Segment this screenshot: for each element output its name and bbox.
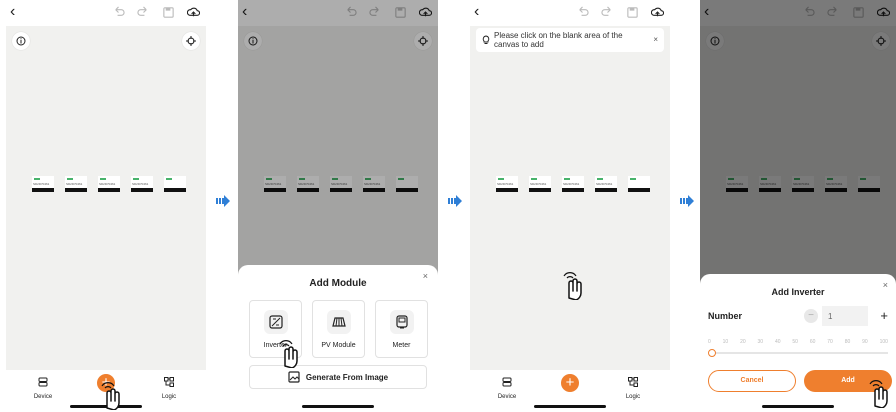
tick-label: 80	[844, 339, 851, 345]
logic-icon	[164, 377, 174, 387]
tick-label: 10	[722, 339, 729, 345]
tick-label: 70	[827, 339, 833, 345]
home-indicator	[302, 405, 374, 408]
tick-label: 60	[809, 339, 816, 345]
device-node[interactable]: SD2D70461	[65, 176, 87, 192]
slider-handle[interactable]	[707, 349, 716, 357]
number-input[interactable]	[822, 306, 868, 326]
add-button[interactable]: +	[561, 374, 579, 392]
tick-label: 90	[862, 339, 868, 345]
arrow-icon	[448, 195, 462, 207]
tick-label: 20	[740, 339, 746, 345]
device-node[interactable]: SD2D70461	[595, 176, 617, 192]
sheet-title: Add Module	[309, 278, 367, 289]
device-row: SD2D70461 SD2D70461 SD2D70461 SD2D70461	[32, 176, 186, 192]
device-node[interactable]: SD2D70461	[562, 176, 584, 192]
save-icon[interactable]	[626, 6, 639, 19]
generate-label: Generate From Image	[305, 372, 389, 382]
device-node[interactable]: SD2D70461	[32, 176, 54, 192]
tutorial-strip: ‹ SD2D70461 SD2D70461 SD2D70461 SD2D7046…	[0, 0, 896, 412]
device-icon	[502, 377, 512, 387]
device-row: SD2D70461 SD2D70461 SD2D70461 SD2D70461	[496, 176, 650, 192]
device-icon	[38, 377, 48, 387]
decrement-button[interactable]: −	[804, 309, 818, 323]
module-label: PV Module	[321, 342, 356, 349]
cancel-button[interactable]: Cancel	[708, 370, 796, 392]
screen-add-module: ‹ SD2D70461 SD2D70461 SD2D70461 SD2D7046…	[238, 0, 438, 412]
undo-icon[interactable]	[576, 6, 589, 19]
tap-hand-icon	[279, 340, 298, 368]
increment-button[interactable]: +	[880, 308, 888, 323]
arrow-icon	[216, 195, 230, 207]
screen-tip: ‹ SD2D70461 SD2D70461 SD2D70461 SD2D7046…	[470, 0, 670, 412]
screen-canvas: ‹ SD2D70461 SD2D70461 SD2D70461 SD2D7046…	[6, 0, 206, 412]
device-node[interactable]: SD2D70461	[529, 176, 551, 192]
screen-add-inverter: ‹ SD2D70461 SD2D70461 SD2D70461 SD2D7046…	[700, 0, 896, 412]
module-pv[interactable]: PV Module	[312, 300, 365, 358]
meter-icon	[395, 315, 408, 329]
tick-label: 30	[757, 339, 764, 345]
device-node[interactable]	[628, 176, 650, 192]
nav-device-label: Device	[497, 394, 517, 400]
module-label: Meter	[392, 342, 411, 349]
device-node[interactable]: SD2D70461	[98, 176, 120, 192]
tip-text: Please click on the blank area of the ca…	[494, 31, 623, 49]
device-node[interactable]: SD2D70461	[131, 176, 153, 192]
number-label: Number	[708, 311, 743, 321]
pv-module-icon	[331, 317, 346, 327]
nav-logic-label: Logic	[161, 394, 177, 400]
top-bar: ‹	[470, 0, 670, 26]
back-icon[interactable]: ‹	[10, 4, 15, 20]
editor-canvas[interactable]: SD2D70461 SD2D70461 SD2D70461 SD2D70461	[470, 26, 670, 370]
tick-label: 40	[774, 339, 781, 345]
undo-icon[interactable]	[112, 6, 125, 19]
sheet-title: Add Inverter	[771, 287, 825, 297]
tick-label: 50	[792, 339, 798, 345]
nav-device[interactable]: Device	[28, 374, 58, 400]
device-node[interactable]: SD2D70461	[496, 176, 518, 192]
back-icon[interactable]: ‹	[474, 4, 479, 20]
top-bar: ‹	[6, 0, 206, 26]
redo-icon[interactable]	[601, 6, 614, 19]
lightbulb-icon	[482, 35, 490, 44]
inverter-icon	[268, 315, 283, 329]
number-slider[interactable]	[707, 349, 888, 357]
module-meter[interactable]: Meter	[375, 300, 428, 358]
close-icon[interactable]: ×	[423, 271, 428, 281]
save-icon[interactable]	[162, 6, 175, 19]
home-indicator	[534, 405, 606, 408]
tap-hand-icon	[563, 272, 582, 300]
redo-icon[interactable]	[137, 6, 150, 19]
arrow-icon	[680, 195, 694, 207]
device-node[interactable]	[164, 176, 186, 192]
close-icon[interactable]: ×	[883, 280, 888, 290]
tap-hand-icon	[101, 382, 120, 410]
generate-from-image-button[interactable]: Generate From Image	[249, 365, 427, 389]
logic-icon	[628, 377, 638, 387]
editor-canvas[interactable]: SD2D70461 SD2D70461 SD2D70461 SD2D70461	[6, 26, 206, 370]
nav-device[interactable]: Device	[492, 374, 522, 400]
number-row: Number − +	[708, 306, 888, 326]
image-icon	[288, 371, 300, 383]
info-icon[interactable]	[12, 32, 30, 50]
nav-logic-label: Logic	[625, 394, 641, 400]
nav-device-label: Device	[33, 394, 53, 400]
locate-icon[interactable]	[182, 32, 200, 50]
tip-banner: Please click on the blank area of the ca…	[476, 28, 664, 52]
nav-logic[interactable]: Logic	[618, 374, 648, 400]
add-module-sheet: Add Module × Inverter PV Module Meter Ge…	[238, 265, 438, 412]
tap-hand-icon	[869, 380, 888, 408]
home-indicator	[762, 405, 834, 408]
cloud-upload-icon[interactable]	[651, 6, 664, 19]
cloud-upload-icon[interactable]	[187, 6, 200, 19]
nav-logic[interactable]: Logic	[154, 374, 184, 400]
bottom-nav: Device + Logic	[470, 370, 670, 412]
tick-label: 0	[708, 339, 711, 345]
close-icon[interactable]: ×	[653, 35, 658, 44]
tick-label: 100	[879, 339, 888, 345]
slider-ticks: 0 10 20 30 40 50 60 70 80 90 100	[708, 339, 888, 345]
